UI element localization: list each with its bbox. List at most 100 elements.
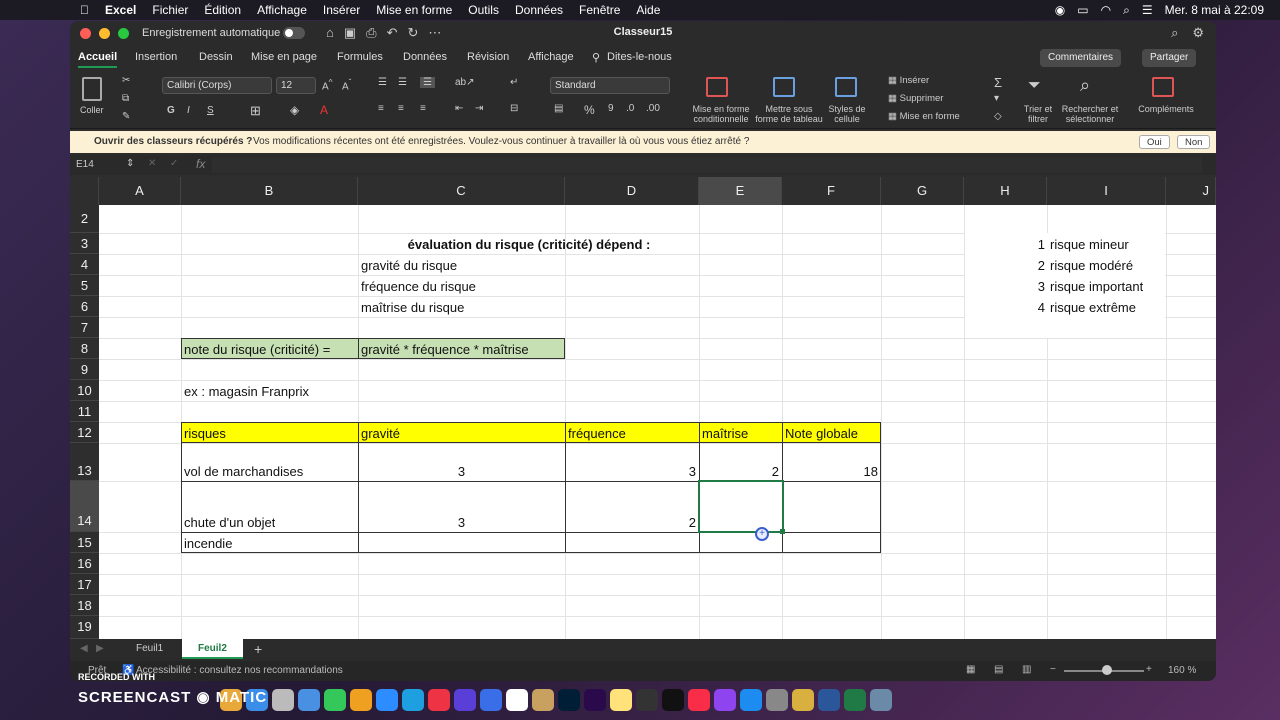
search-icon[interactable]: ⌕ [1123,3,1130,18]
cell-b14[interactable]: chute d'un objet [184,515,275,531]
column-header-c[interactable]: C [358,177,565,205]
cell-d14[interactable]: 2 [565,515,696,531]
cell-h5[interactable]: 3 [1025,279,1045,295]
menu-aide[interactable]: Aide [636,3,660,17]
row-header-14[interactable]: 14 [70,481,99,532]
apple-icon[interactable]:  [80,3,89,17]
row-header-15[interactable]: 15 [70,532,99,553]
select-all-corner[interactable] [70,177,99,205]
menu-edition[interactable]: Édition [204,3,241,17]
comments-button[interactable]: Commentaires [1040,49,1122,67]
active-cell-e14[interactable] [698,480,784,533]
font-size-select[interactable]: 12 [276,77,316,94]
sheet-tab-feuil1[interactable]: Feuil1 [120,639,179,659]
control-center-icon[interactable]: ☰ [1142,3,1153,17]
cell-h4[interactable]: 2 [1025,258,1045,274]
align-middle-icon[interactable]: ☰ [398,77,407,88]
dock-app-icon[interactable] [376,689,398,711]
cell-i6[interactable]: risque extrême [1050,300,1136,316]
column-header-f[interactable]: F [782,177,881,205]
row-header-3[interactable]: 3 [70,233,99,254]
sort-filter-label[interactable]: Trier et filtrer [1018,104,1058,124]
page-break-icon[interactable]: ▥ [1022,664,1031,675]
format-painter-icon[interactable]: ✎ [122,111,130,122]
dock-app-icon[interactable] [636,689,658,711]
dock-app-icon[interactable] [740,689,762,711]
merge-icon[interactable]: ⊟ [510,103,518,114]
tab-dessin[interactable]: Dessin [199,51,233,63]
row-header-10[interactable]: 10 [70,380,99,401]
cell-e12[interactable]: maîtrise [702,426,748,442]
cut-icon[interactable]: ✂ [122,75,130,86]
italic-button[interactable]: I [187,105,190,116]
zoom-in-icon[interactable]: + [1146,664,1152,675]
row-header-18[interactable]: 18 [70,595,99,616]
zoom-slider-thumb[interactable] [1102,665,1112,675]
tab-accueil[interactable]: Accueil [78,51,118,68]
dock-app-icon[interactable] [766,689,788,711]
tab-mise-en-page[interactable]: Mise en page [251,51,317,63]
dock-app-icon[interactable] [480,689,502,711]
prev-sheet-icon[interactable]: ◀ [80,643,88,654]
tab-affichage[interactable]: Affichage [528,51,574,63]
accessibility-status[interactable]: Accessibilité : consultez nos recommanda… [136,665,343,676]
spreadsheet-grid[interactable]: A B C D E F G H I J 2 3 4 5 6 7 8 9 10 1… [70,177,1216,639]
column-header-b[interactable]: B [181,177,358,205]
cell-styles-label[interactable]: Styles de cellule [826,104,868,124]
shrink-font-icon[interactable]: Aˇ [342,77,351,92]
font-color-icon[interactable]: A [320,103,328,117]
row-header-6[interactable]: 6 [70,296,99,317]
cell-f12[interactable]: Note globale [785,426,858,442]
page-layout-icon[interactable]: ▤ [994,664,1003,675]
fx-icon[interactable]: fx [196,157,205,171]
row-header-12[interactable]: 12 [70,422,99,443]
cell-c14[interactable]: 3 [358,515,565,531]
name-box-stepper-icon[interactable]: ⇕ [126,158,134,169]
menu-affichage[interactable]: Affichage [257,3,307,17]
column-header-d[interactable]: D [565,177,699,205]
cell-c12[interactable]: gravité [361,426,400,442]
cell-c5[interactable]: fréquence du risque [361,279,476,295]
cell-h6[interactable]: 4 [1025,300,1045,316]
percent-button[interactable]: % [584,103,595,117]
currency-icon[interactable]: ▤ [554,103,563,114]
dock-app-icon[interactable] [844,689,866,711]
zoom-out-icon[interactable]: − [1050,664,1056,675]
increase-decimal-icon[interactable]: .0 [626,103,634,114]
comma-button[interactable]: 9 [608,103,614,114]
wifi-icon[interactable]: ◠ [1101,3,1111,17]
normal-view-icon[interactable]: ▦ [966,664,975,675]
cell-c13[interactable]: 3 [358,464,565,480]
tab-revision[interactable]: Révision [467,51,509,63]
orientation-icon[interactable]: ab↗ [455,77,475,88]
autosum-icon[interactable]: Σ [994,75,1002,90]
app-menu[interactable]: Excel [105,3,136,17]
recovery-no-button[interactable]: Non [1177,135,1211,149]
format-table-icon[interactable] [773,77,795,97]
conditional-format-icon[interactable] [706,77,728,97]
row-header-4[interactable]: 4 [70,254,99,275]
menu-fenetre[interactable]: Fenêtre [579,3,620,17]
clock[interactable]: Mer. 8 mai à 22:09 [1165,3,1264,17]
tab-insertion[interactable]: Insertion [135,51,177,63]
decrease-decimal-icon[interactable]: .00 [646,103,660,114]
record-icon[interactable]: ◉ [1055,3,1065,17]
grow-font-icon[interactable]: A^ [322,77,333,92]
wrap-text-icon[interactable]: ↵ [510,77,518,88]
cell-b8[interactable]: note du risque (criticité) = [184,342,330,358]
dock-app-icon[interactable] [454,689,476,711]
sheet-tab-feuil2[interactable]: Feuil2 [182,639,243,659]
copy-icon[interactable]: ⧉ [122,93,129,104]
align-top-icon[interactable]: ☰ [378,77,387,88]
decrease-indent-icon[interactable]: ⇤ [455,103,463,114]
cell-i5[interactable]: risque important [1050,279,1143,295]
dock-app-icon[interactable] [792,689,814,711]
share-icon[interactable]: ⚙ [1192,25,1204,41]
increase-indent-icon[interactable]: ⇥ [475,103,483,114]
enter-icon[interactable]: ✓ [170,158,178,169]
cell-b15[interactable]: incendie [184,536,232,552]
clear-icon[interactable]: ◇ [994,111,1002,122]
fill-color-icon[interactable]: ◈ [290,103,299,117]
font-select[interactable]: Calibri (Corps) [162,77,272,94]
next-sheet-icon[interactable]: ▶ [96,643,104,654]
